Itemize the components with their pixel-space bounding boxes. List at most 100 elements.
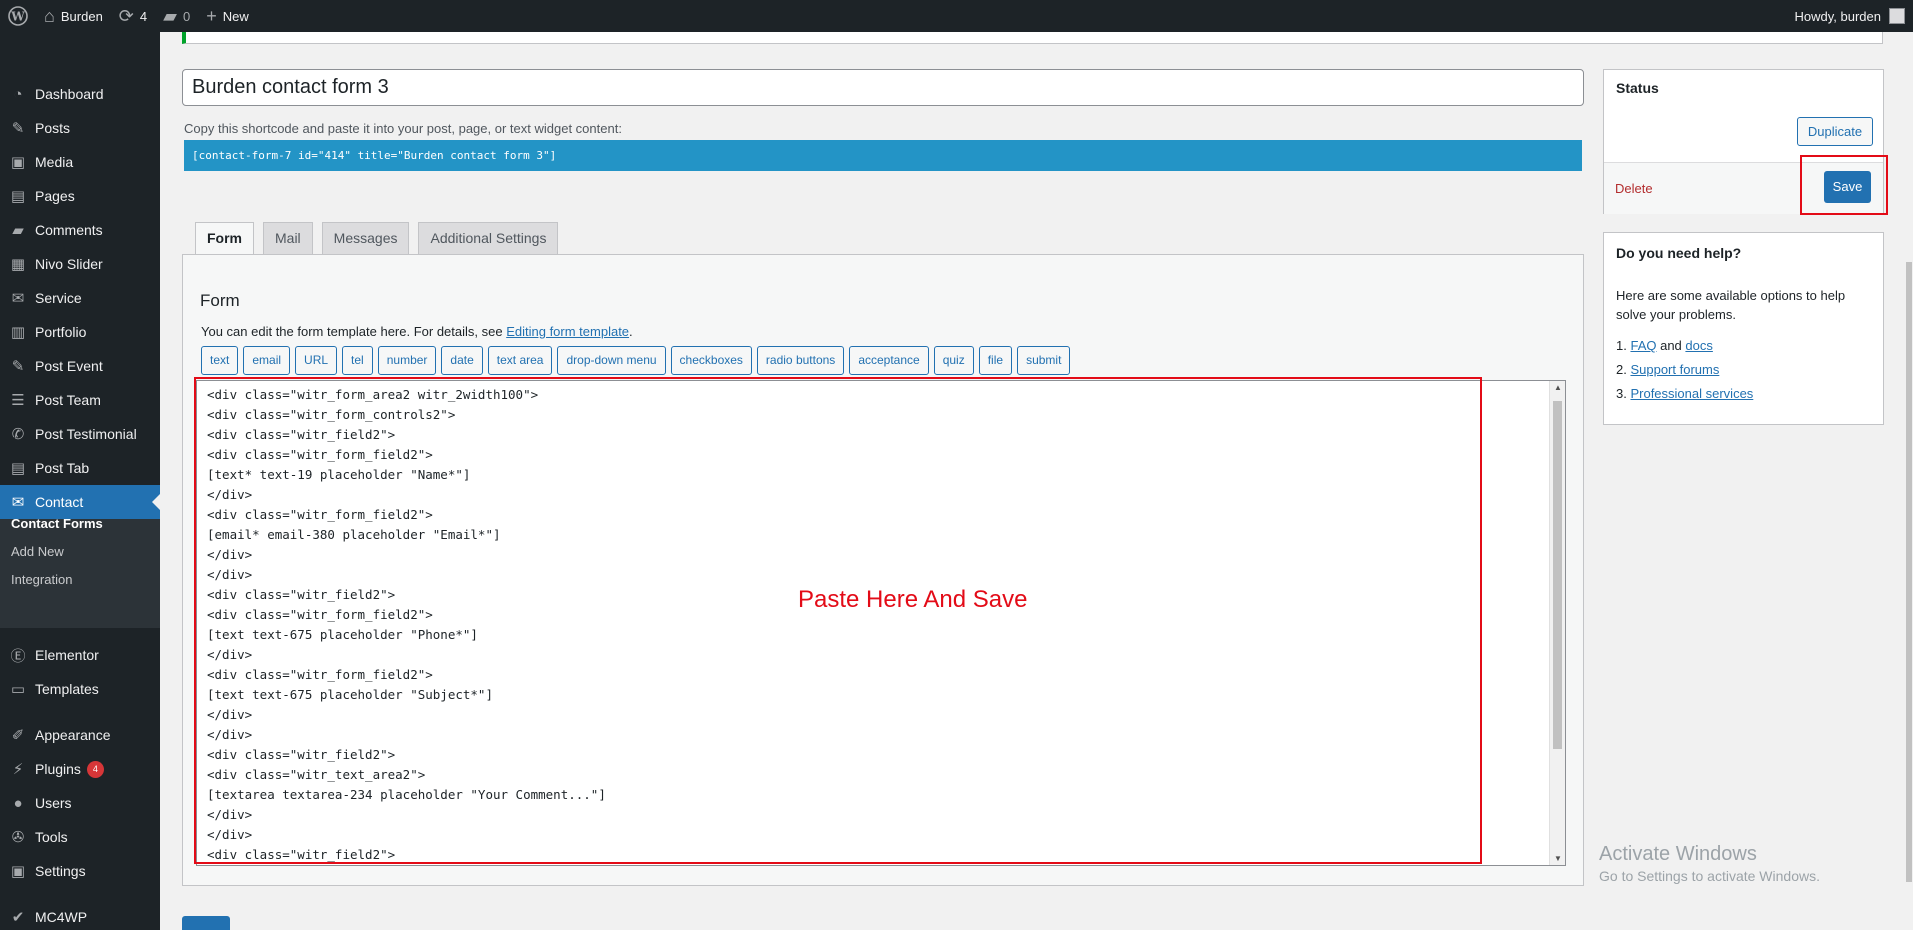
sidebar-item-plugins[interactable]: ⚡ Plugins 4 xyxy=(0,752,160,786)
tag-button-text-area[interactable]: text area xyxy=(487,346,553,375)
sidebar-item-post-team[interactable]: ☰ Post Team xyxy=(0,383,160,417)
docs-link[interactable]: docs xyxy=(1685,338,1712,353)
sidebar-item-service[interactable]: ✉ Service xyxy=(0,281,160,315)
help-num: 1. xyxy=(1616,338,1627,353)
sidebar-item-dashboard[interactable]: ◔ Dashboard xyxy=(0,77,160,111)
sidebar-item-label: Plugins xyxy=(35,761,81,777)
scroll-thumb[interactable] xyxy=(1553,401,1562,749)
scroll-down-icon[interactable]: ▼ xyxy=(1550,854,1565,863)
professional-services-link[interactable]: Professional services xyxy=(1630,386,1753,401)
sidebar-item-appearance[interactable]: ✐ Appearance xyxy=(0,718,160,752)
sidebar-item-tools[interactable]: ✇ Tools xyxy=(0,820,160,854)
sidebar-item-contact[interactable]: ✉ Contact xyxy=(0,485,160,519)
help-links: 1. FAQ and docs 2. Support forums 3. Pro… xyxy=(1616,334,1753,406)
comment-icon: ▰ xyxy=(163,6,177,26)
sidebar-item-post-event[interactable]: ✎ Post Event xyxy=(0,349,160,383)
tag-button-checkboxes[interactable]: checkboxes xyxy=(670,346,752,375)
elementor-icon: Ⓔ xyxy=(10,647,26,665)
tag-button-drop-down-menu[interactable]: drop-down menu xyxy=(557,346,666,375)
help-num: 2. xyxy=(1616,362,1627,377)
pages-icon: ▤ xyxy=(10,188,26,205)
sidebar-item-settings[interactable]: ▣ Settings xyxy=(0,854,160,888)
tag-button-number[interactable]: number xyxy=(377,346,437,375)
new-content-link[interactable]: + New xyxy=(198,0,257,32)
tag-button-acceptance[interactable]: acceptance xyxy=(849,346,929,375)
tag-button-url[interactable]: URL xyxy=(295,346,338,375)
faq-link[interactable]: FAQ xyxy=(1630,338,1656,353)
sidebar-item-label: Media xyxy=(35,154,74,170)
sidebar-item-label: Contact xyxy=(35,494,84,510)
sidebar-item-label: Pages xyxy=(35,188,75,204)
sidebar-item-comments[interactable]: ▰ Comments xyxy=(0,213,160,247)
notice-bar xyxy=(182,32,1883,44)
page-scroll-thumb[interactable] xyxy=(1906,262,1912,882)
sidebar-item-nivo-slider[interactable]: ▦ Nivo Slider xyxy=(0,247,160,281)
comments-link[interactable]: ▰ 0 xyxy=(155,0,198,32)
submenu-integration[interactable]: Integration xyxy=(11,572,72,587)
tag-button-tel[interactable]: tel xyxy=(342,346,373,375)
sidebar-item-post-tab[interactable]: ▤ Post Tab xyxy=(0,451,160,485)
tab-form[interactable]: Form xyxy=(195,222,254,255)
windows-activation-watermark: Activate Windows Go to Settings to activ… xyxy=(1599,843,1820,884)
sidebar-item-portfolio[interactable]: ▥ Portfolio xyxy=(0,315,160,349)
settings-icon: ▣ xyxy=(10,863,26,880)
tag-button-file[interactable]: file xyxy=(978,346,1013,375)
sidebar-item-pages[interactable]: ▤ Pages xyxy=(0,179,160,213)
tag-button-text[interactable]: text xyxy=(201,346,239,375)
panel-description: You can edit the form template here. For… xyxy=(201,324,633,339)
scroll-up-icon[interactable]: ▲ xyxy=(1550,383,1565,392)
help-description: Here are some available options to help … xyxy=(1616,288,1846,322)
site-name-link[interactable]: ⌂ Burden xyxy=(36,0,111,32)
tab-messages[interactable]: Messages xyxy=(321,222,410,254)
wrench-icon: ✇ xyxy=(11,829,25,846)
sidebar-item-posts[interactable]: ✎ Posts xyxy=(0,111,160,145)
support-forums-link[interactable]: Support forums xyxy=(1630,362,1719,377)
tab-additional-settings[interactable]: Additional Settings xyxy=(418,222,559,254)
testimonial-icon: ✆ xyxy=(11,426,25,443)
editor-scrollbar[interactable]: ▲ ▼ xyxy=(1549,381,1565,865)
tag-button-email[interactable]: email xyxy=(243,346,291,375)
help-num: 3. xyxy=(1616,386,1627,401)
tag-button-date[interactable]: date xyxy=(441,346,483,375)
sidebar-item-label: Nivo Slider xyxy=(35,256,103,272)
editing-form-template-link[interactable]: Editing form template xyxy=(506,324,629,339)
sidebar-item-label: Post Testimonial xyxy=(35,426,137,442)
submenu-add-new[interactable]: Add New xyxy=(11,544,64,559)
account-menu[interactable]: Howdy, burden xyxy=(1787,0,1913,32)
mail-icon: ✉ xyxy=(11,494,25,511)
tag-button-radio-buttons[interactable]: radio buttons xyxy=(756,346,845,375)
shortcode-field[interactable]: [contact-form-7 id="414" title="Burden c… xyxy=(184,140,1582,171)
wordpress-logo-icon[interactable]: W xyxy=(0,0,36,32)
page-scrollbar[interactable] xyxy=(1905,32,1913,930)
sidebar-item-label: Post Team xyxy=(35,392,101,408)
sidebar-item-post-testimonial[interactable]: ✆ Post Testimonial xyxy=(0,417,160,451)
bottom-save-button[interactable] xyxy=(182,916,230,930)
tag-button-submit[interactable]: submit xyxy=(1017,346,1071,375)
delete-link[interactable]: Delete xyxy=(1615,181,1653,196)
sidebar-item-templates[interactable]: ▭ Templates xyxy=(0,672,160,706)
site-name: Burden xyxy=(60,8,103,24)
help-item: 2. Support forums xyxy=(1616,358,1753,382)
sidebar-item-users[interactable]: ● Users xyxy=(0,786,160,820)
sidebar-item-elementor[interactable]: Ⓔ Elementor xyxy=(0,638,160,672)
sidebar-item-label: Appearance xyxy=(35,727,111,743)
sidebar-item-media[interactable]: ▣ Media xyxy=(0,145,160,179)
updates-link[interactable]: ⟳ 4 xyxy=(111,0,155,32)
panel-desc-text: You can edit the form template here. For… xyxy=(201,324,507,339)
watermark-subtitle: Go to Settings to activate Windows. xyxy=(1599,868,1820,884)
tab-mail[interactable]: Mail xyxy=(263,222,313,254)
duplicate-button[interactable]: Duplicate xyxy=(1797,117,1873,146)
sidebar-item-mc4wp[interactable]: ✔ MC4WP xyxy=(0,900,160,930)
slider-icon: ▦ xyxy=(10,256,26,273)
tag-generator-buttons: text email URL tel number date text area drop-d… xyxy=(201,346,1071,375)
sidebar-item-label: Elementor xyxy=(35,647,99,663)
tag-button-quiz[interactable]: quiz xyxy=(933,346,974,375)
save-highlight-box xyxy=(1800,155,1888,215)
help-item: 3. Professional services xyxy=(1616,382,1753,406)
editor-highlight-box xyxy=(194,377,1482,864)
paste-here-annotation: Paste Here And Save xyxy=(798,586,1028,613)
form-title-input[interactable] xyxy=(182,69,1584,106)
comment-icon: ▰ xyxy=(12,222,24,239)
sidebar-item-label: Service xyxy=(35,290,82,306)
updates-count: 4 xyxy=(139,8,148,24)
